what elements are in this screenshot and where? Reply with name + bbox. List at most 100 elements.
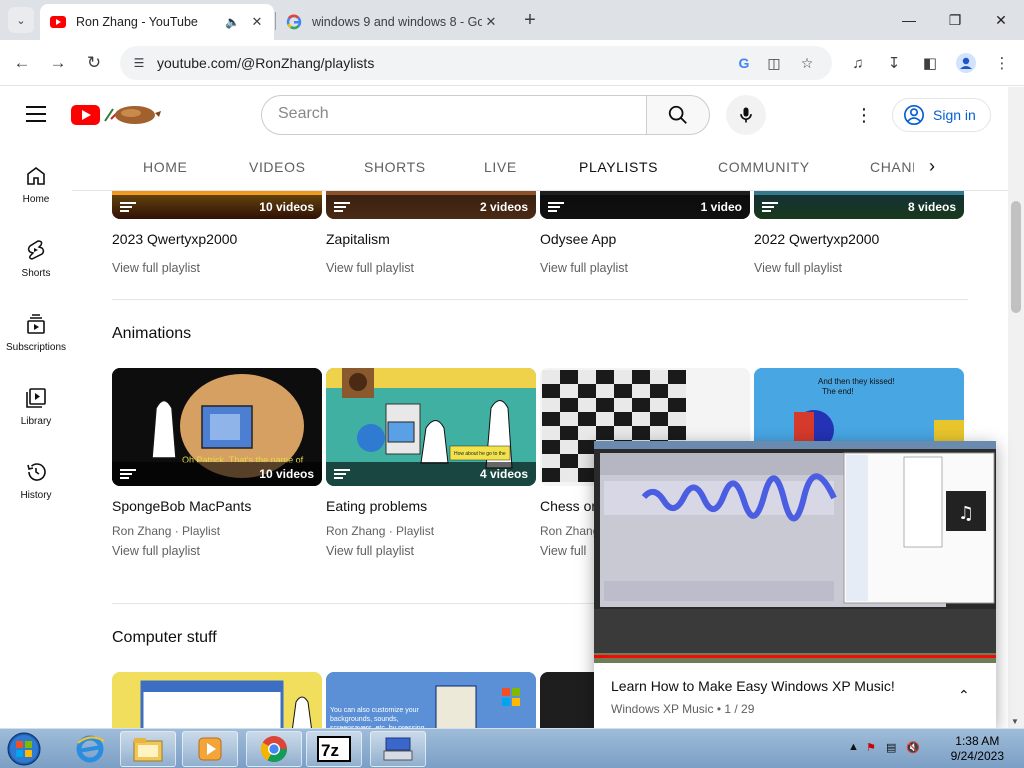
- view-full-playlist-link[interactable]: View full playlist: [326, 544, 536, 558]
- install-app-icon[interactable]: ◫: [764, 53, 784, 73]
- view-full-playlist-link[interactable]: View full playlist: [540, 261, 750, 275]
- file-explorer-icon[interactable]: [120, 731, 176, 767]
- guide-item-library[interactable]: Library: [0, 365, 72, 439]
- tab-google[interactable]: windows 9 and windows 8 - Go ✕: [276, 4, 508, 40]
- playlist-card[interactable]: 1 video Odysee App View full playlist: [540, 191, 750, 275]
- forward-arrow-icon[interactable]: →: [44, 49, 72, 77]
- view-full-playlist-link[interactable]: View full playlist: [112, 261, 322, 275]
- youtube-doodle-logo[interactable]: [71, 103, 171, 127]
- guide-item-history[interactable]: History: [0, 439, 72, 513]
- screen: ⌄ Ron Zhang - YouTube 🔈 ✕ windows 9 and …: [0, 0, 1024, 768]
- profile-icon[interactable]: [954, 51, 978, 75]
- taskbar-clock[interactable]: 1:38 AM 9/24/2023: [951, 734, 1004, 764]
- side-panel-icon[interactable]: ◧: [918, 51, 942, 75]
- playlist-card[interactable]: 2 videos Zapitalism View full playlist: [326, 191, 536, 275]
- playlist-thumbnail[interactable]: 1 video: [540, 191, 750, 219]
- miniplayer-channel[interactable]: Windows XP Music: [611, 702, 713, 716]
- chevron-up-icon[interactable]: ⌃: [958, 687, 970, 704]
- sign-in-button[interactable]: Sign in: [892, 98, 991, 132]
- playlist-thumbnail[interactable]: You can also customize your backgrounds,…: [326, 672, 536, 728]
- tab-channels[interactable]: CHANN: [870, 159, 914, 175]
- tab-live[interactable]: LIVE: [484, 159, 517, 175]
- action-center-flag-icon[interactable]: ⚑: [866, 741, 876, 754]
- close-window-button[interactable]: ✕: [978, 0, 1024, 40]
- media-control-icon[interactable]: ♫: [846, 51, 870, 75]
- google-lens-icon[interactable]: G: [734, 53, 754, 73]
- playlist-thumbnail[interactable]: [112, 672, 322, 728]
- playlist-thumbnail[interactable]: How about he go to the 4 videos: [326, 368, 536, 486]
- playlist-thumbnail[interactable]: 8 videos: [754, 191, 964, 219]
- playlist-title[interactable]: 2023 Qwertyxp2000: [112, 231, 322, 247]
- tab-playlists[interactable]: PLAYLISTS: [579, 159, 658, 175]
- address-bar[interactable]: ☰ youtube.com/@RonZhang/playlists G ◫ ☆: [120, 46, 832, 80]
- chrome-menu-icon[interactable]: ⋮: [990, 51, 1014, 75]
- playlist-title[interactable]: Odysee App: [540, 231, 750, 247]
- guide-item-shorts[interactable]: Shorts: [0, 217, 72, 291]
- internet-explorer-icon[interactable]: [62, 731, 118, 767]
- playlist-title[interactable]: Zapitalism: [326, 231, 536, 247]
- show-hidden-icons-arrow[interactable]: ▲: [848, 741, 859, 753]
- playlist-card[interactable]: You can also customize your backgrounds,…: [326, 672, 536, 728]
- network-icon[interactable]: ▤: [886, 741, 896, 754]
- start-button[interactable]: [2, 730, 48, 768]
- chess-square: [542, 440, 560, 454]
- new-tab-button[interactable]: +: [518, 8, 542, 32]
- scroll-down-arrow-icon[interactable]: ▼: [1011, 717, 1019, 726]
- shelf-title-computer-stuff[interactable]: Computer stuff: [112, 629, 217, 647]
- close-tab-icon[interactable]: ✕: [482, 13, 500, 31]
- speaker-icon[interactable]: 🔈: [225, 15, 240, 29]
- tab-youtube[interactable]: Ron Zhang - YouTube 🔈 ✕: [40, 4, 274, 40]
- video-count: 4 videos: [479, 467, 528, 481]
- download-icon[interactable]: ↧: [882, 51, 906, 75]
- view-full-playlist-link[interactable]: View full playlist: [754, 261, 964, 275]
- scrollbar-thumb[interactable]: [1011, 201, 1021, 313]
- reload-icon[interactable]: ↻: [80, 49, 108, 77]
- chevron-right-icon[interactable]: ›: [929, 156, 935, 177]
- playlist-title[interactable]: 2022 Qwertyxp2000: [754, 231, 964, 247]
- maximize-button[interactable]: ❐: [932, 0, 978, 40]
- search-input-container[interactable]: [261, 95, 647, 135]
- playlist-title[interactable]: SpongeBob MacPants: [112, 498, 322, 514]
- playlist-card[interactable]: How about he go to the 4 videos Eating p…: [326, 368, 536, 558]
- playlist-thumbnail[interactable]: Oh Patrick. That's the name of 10 videos: [112, 368, 322, 486]
- voice-search-button[interactable]: [726, 95, 766, 135]
- playlist-owner[interactable]: Ron Zhang · Playlist: [112, 524, 322, 538]
- minimize-button[interactable]: —: [886, 0, 932, 40]
- guide-item-subscriptions[interactable]: Subscriptions: [0, 291, 72, 365]
- chrome-taskbar-icon[interactable]: [246, 731, 302, 767]
- tab-home[interactable]: HOME: [143, 159, 187, 175]
- bookmark-star-icon[interactable]: ☆: [797, 53, 817, 73]
- guide-item-home[interactable]: Home: [0, 143, 72, 217]
- on-screen-keyboard-icon[interactable]: [370, 731, 426, 767]
- playlist-card[interactable]: 8 videos 2022 Qwertyxp2000 View full pla…: [754, 191, 964, 275]
- search-input[interactable]: [278, 105, 628, 123]
- media-player-icon[interactable]: [182, 731, 238, 767]
- menu-icon[interactable]: [26, 106, 46, 122]
- tab-search-button[interactable]: ⌄: [8, 7, 34, 33]
- tab-title: Ron Zhang - YouTube: [76, 15, 198, 29]
- playlist-card[interactable]: Oh Patrick. That's the name of 10 videos…: [112, 368, 322, 558]
- tab-shorts[interactable]: SHORTS: [364, 159, 426, 175]
- site-info-icon[interactable]: ☰: [130, 54, 148, 72]
- back-arrow-icon[interactable]: ←: [8, 49, 36, 77]
- view-full-playlist-link[interactable]: View full playlist: [112, 544, 322, 558]
- tab-videos[interactable]: VIDEOS: [249, 159, 306, 175]
- shelf-title-animations[interactable]: Animations: [112, 325, 191, 343]
- playlist-title[interactable]: Eating problems: [326, 498, 536, 514]
- page-scrollbar[interactable]: ▼: [1008, 87, 1024, 728]
- playlist-card[interactable]: 10 videos 2023 Qwertyxp2000 View full pl…: [112, 191, 322, 275]
- search-button[interactable]: [646, 95, 710, 135]
- miniplayer-title[interactable]: Learn How to Make Easy Windows XP Music!: [611, 678, 895, 694]
- tab-community[interactable]: COMMUNITY: [718, 159, 810, 175]
- view-full-playlist-link[interactable]: View full playlist: [326, 261, 536, 275]
- playlist-thumbnail[interactable]: 2 videos: [326, 191, 536, 219]
- close-tab-icon[interactable]: ✕: [248, 13, 266, 31]
- settings-more-icon[interactable]: ⋮: [852, 103, 876, 127]
- playlist-card[interactable]: [112, 672, 322, 728]
- miniplayer-video[interactable]: ♫: [594, 441, 996, 663]
- volume-muted-icon[interactable]: 🔇: [906, 741, 920, 754]
- playlist-thumbnail[interactable]: 10 videos: [112, 191, 322, 219]
- miniplayer[interactable]: ♫ Learn How to Make Easy Windows XP Musi…: [594, 441, 996, 728]
- playlist-owner[interactable]: Ron Zhang · Playlist: [326, 524, 536, 538]
- 7zip-icon[interactable]: 7z: [306, 731, 362, 767]
